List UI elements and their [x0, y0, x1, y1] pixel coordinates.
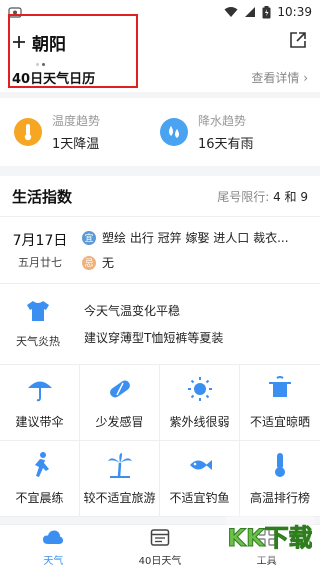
- temperature-trend[interactable]: 温度趋势 1天降温: [14, 108, 160, 156]
- running-icon: [26, 451, 54, 483]
- detail-link[interactable]: 查看详情 ›: [251, 69, 308, 86]
- trend-value: 16天有雨: [198, 137, 254, 152]
- index-high-temp[interactable]: 高温排行榜: [240, 441, 320, 517]
- cloud-icon: [42, 528, 64, 550]
- advice-label: 天气炎热: [16, 335, 60, 348]
- sun-icon: [186, 375, 214, 407]
- umbrella-icon: [26, 375, 54, 407]
- highlight-box: [8, 14, 138, 88]
- watermark-logo: KK下载: [226, 514, 314, 560]
- precipitation-trend[interactable]: 降水趋势 16天有雨: [160, 108, 306, 156]
- index-fishing[interactable]: 不适宜钓鱼: [160, 441, 240, 517]
- clothing-advice[interactable]: 天气炎热 今天气温变化平稳 建议穿薄型T恤短裤等夏装: [0, 284, 320, 364]
- ji-text: 无: [102, 256, 115, 270]
- share-icon[interactable]: [288, 30, 308, 54]
- trend-title: 降水趋势: [198, 114, 247, 128]
- wifi-icon: [224, 6, 238, 18]
- ji-badge: 忌: [82, 255, 96, 270]
- traffic-limit: 尾号限行: 4 和 9: [217, 189, 308, 204]
- chevron-right-icon: ›: [303, 71, 308, 85]
- tab-weather[interactable]: 天气: [0, 525, 107, 570]
- yi-badge: 宜: [82, 230, 96, 245]
- fish-icon: [186, 451, 214, 483]
- index-umbrella[interactable]: 建议带伞: [0, 365, 80, 441]
- advice-line-1: 今天气温变化平稳: [84, 304, 181, 318]
- almanac-row[interactable]: 7月17日 五月廿七 宜 塑绘 出行 冠笄 嫁娶 进人口 裁衣... 忌 无: [0, 217, 320, 283]
- index-grid: 建议带伞 少发感冒 紫外线很弱 不适宜晾晒 不宜晨练 较不适宜旅游 不适宜钓鱼 …: [0, 364, 320, 517]
- raindrops-icon: [160, 118, 188, 146]
- svg-text:KK下载: KK下载: [228, 524, 312, 552]
- index-drying[interactable]: 不适宜晾晒: [240, 365, 320, 441]
- index-cold[interactable]: 少发感冒: [80, 365, 160, 441]
- index-travel[interactable]: 较不适宜旅游: [80, 441, 160, 517]
- pill-icon: [106, 375, 134, 407]
- tshirt-icon: [25, 299, 51, 327]
- status-right: 10:39: [224, 5, 312, 19]
- advice-line-2: 建议穿薄型T恤短裤等夏装: [84, 331, 224, 345]
- signal-icon: [244, 6, 256, 18]
- almanac-date: 7月17日: [12, 233, 68, 249]
- thermometer-icon: [14, 118, 42, 146]
- clothes-hanger-icon: [266, 375, 294, 407]
- trend-card: 温度趋势 1天降温 降水趋势 16天有雨: [0, 98, 320, 166]
- battery-icon: [262, 5, 271, 19]
- index-uv[interactable]: 紫外线很弱: [160, 365, 240, 441]
- yi-text: 塑绘 出行 冠笄 嫁娶 进人口 裁衣...: [102, 231, 289, 245]
- lunar-date: 五月廿七: [18, 256, 62, 269]
- status-time: 10:39: [277, 5, 312, 19]
- tab-40day[interactable]: 40日天气: [107, 525, 214, 570]
- life-header: 生活指数 尾号限行: 4 和 9: [0, 176, 320, 216]
- trend-value: 1天降温: [52, 137, 100, 152]
- palm-tree-icon: [106, 451, 134, 483]
- life-index-card: 生活指数 尾号限行: 4 和 9 7月17日 五月廿七 宜 塑绘 出行 冠笄 嫁…: [0, 176, 320, 517]
- calendar-icon: [150, 528, 170, 550]
- trend-title: 温度趋势: [52, 114, 101, 128]
- thermometer-icon: [266, 451, 294, 483]
- life-title: 生活指数: [12, 187, 73, 206]
- index-exercise[interactable]: 不宜晨练: [0, 441, 80, 517]
